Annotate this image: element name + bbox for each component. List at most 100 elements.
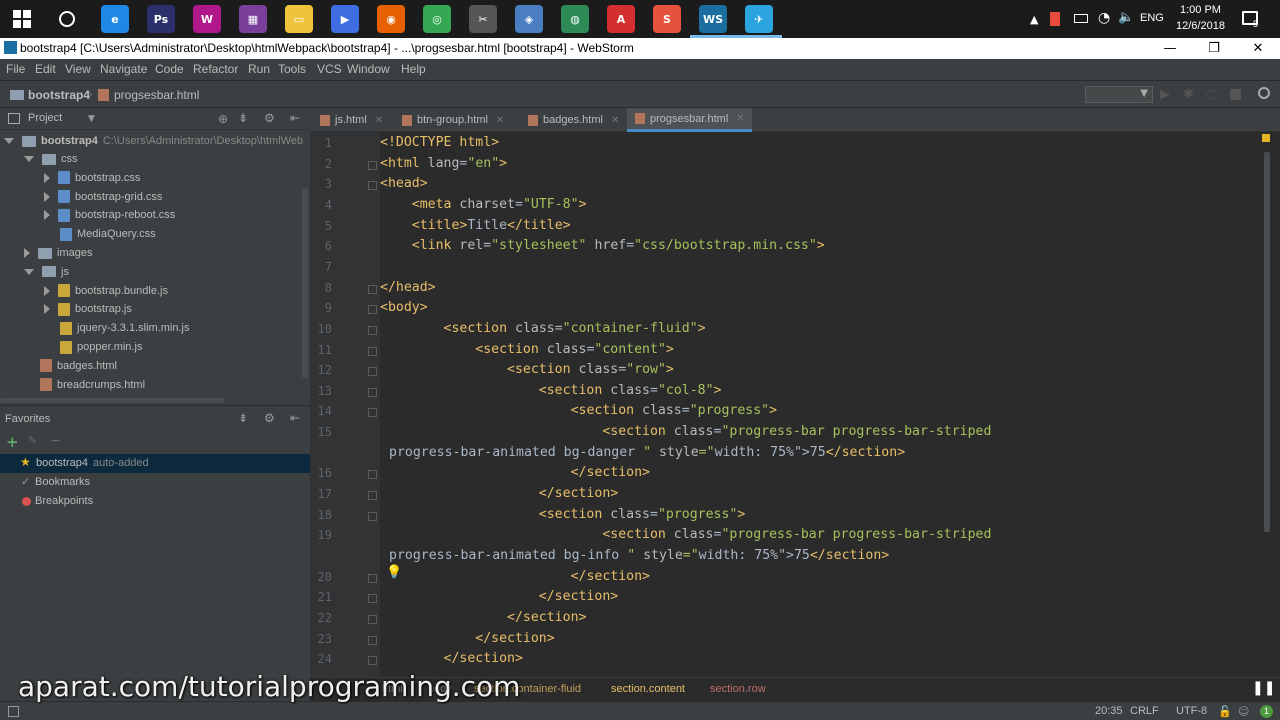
restore-button[interactable]: ❐ [1192,38,1236,59]
tree-item[interactable]: breadcrumps.html [24,376,145,394]
menu-tools[interactable]: Tools [278,62,306,76]
chrome-taskbar-icon[interactable]: ◎ [423,5,451,33]
fold-marker-icon[interactable] [368,181,377,191]
intention-bulb-icon[interactable]: 💡 [386,565,402,580]
fold-marker-icon[interactable] [368,573,377,583]
menu-view[interactable]: View [65,62,91,76]
tools-taskbar-icon[interactable]: ✂ [469,5,497,33]
tree-item[interactable]: MediaQuery.css [44,225,156,243]
tree-item[interactable]: bootstrap-reboot.css [44,206,175,224]
explorer-taskbar-icon[interactable]: ▭ [285,5,313,33]
favorites-collapse-icon[interactable]: ⇟ [238,411,248,425]
cortana-search-icon[interactable] [59,11,75,27]
code-line[interactable]: </section> [380,486,618,501]
code-line[interactable]: <title>Title</title> [380,218,571,233]
event-log-icon[interactable]: ☺ [1238,705,1249,718]
code-line[interactable]: progress-bar-animated bg-info " style="w… [389,548,889,563]
code-line[interactable]: <section class="content"> [380,342,674,357]
code-line[interactable]: </section> [380,569,650,584]
3d-app-taskbar-icon[interactable]: ◈ [515,5,543,33]
tree-item[interactable]: css [24,150,78,168]
code-line[interactable]: </section> [380,610,586,625]
firefox-taskbar-icon[interactable]: ◉ [377,5,405,33]
menu-navigate[interactable]: Navigate [100,62,147,76]
run-icon[interactable]: ▶ [1160,87,1170,102]
menu-code[interactable]: Code [155,62,184,76]
fold-marker-icon[interactable] [368,325,377,335]
nav-project[interactable]: bootstrap4 [28,88,90,102]
scroll-from-source-icon[interactable]: ⊕ [218,112,228,126]
tree-item[interactable]: bootstrap-grid.css [44,188,162,206]
fold-marker-icon[interactable] [368,594,377,604]
clock-time[interactable]: 1:00 PM [1180,4,1221,16]
fold-marker-icon[interactable] [368,387,377,397]
collapse-arrow-icon[interactable] [44,210,50,221]
event-count-badge[interactable]: 1 [1260,705,1273,718]
menu-file[interactable]: File [6,62,25,76]
fold-marker-icon[interactable] [368,367,377,377]
tree-root[interactable]: bootstrap4 C:\Users\Administrator\Deskto… [4,132,303,150]
nav-file[interactable]: progsesbar.html [114,88,199,102]
close-button[interactable]: ✕ [1236,38,1280,59]
fold-marker-icon[interactable] [368,346,377,356]
search-everywhere-icon[interactable] [1258,87,1270,99]
menu-refactor[interactable]: Refactor [193,62,238,76]
fold-marker-icon[interactable] [368,470,377,480]
tree-item[interactable]: bootstrap.js [44,300,132,318]
code-line[interactable]: <!DOCTYPE html> [380,135,499,150]
code-line[interactable]: <meta charset="UTF-8"> [380,197,587,212]
expand-arrow-icon[interactable] [24,268,34,275]
clock-date[interactable]: 12/6/2018 [1176,20,1225,32]
tree-item[interactable]: badges.html [24,357,117,375]
tab-close-icon[interactable]: ✕ [496,115,504,126]
crumb-content[interactable]: section.content [611,683,685,695]
tab-progsesbar-html[interactable]: progsesbar.html ✕ [627,108,752,132]
tree-item[interactable]: jquery-3.3.1.slim.min.js [44,319,189,337]
fold-marker-icon[interactable] [368,511,377,521]
code-line[interactable]: <section class="progress-bar progress-ba… [380,424,991,439]
hide-panel-icon[interactable]: ⇤ [290,111,300,125]
code-line[interactable]: <html lang="en"> [380,156,507,171]
tab-close-icon[interactable]: ✕ [375,115,383,126]
favorite-item-bookmarks[interactable]: ✓ Bookmarks [0,473,310,492]
debug-icon[interactable]: ✱ [1183,87,1194,102]
add-favorite-icon[interactable]: + [6,433,19,451]
collapse-all-icon[interactable]: ⇟ [238,111,248,125]
code-line[interactable]: </section> [380,631,554,646]
globe-app-taskbar-icon[interactable]: ◍ [561,5,589,33]
telegram-taskbar-icon[interactable]: ✈ [745,5,773,33]
code-line[interactable]: progress-bar-animated bg-danger " style=… [389,445,905,460]
tool-windows-toggle-icon[interactable] [8,706,19,717]
favorite-item-bootstrap4[interactable]: ★ bootstrap4 auto-added [0,454,310,473]
lock-icon[interactable]: 🔓 [1218,705,1232,718]
code-line[interactable]: <section class="col-8"> [380,383,722,398]
file-encoding[interactable]: UTF-8 [1176,705,1207,717]
run-config-dropdown[interactable]: ▼ [1085,86,1153,103]
fold-marker-icon[interactable] [368,305,377,315]
crumb-row[interactable]: section.row [710,683,766,695]
tree-item[interactable]: images [24,244,92,262]
code-line[interactable]: <section class="row"> [380,362,674,377]
edit-favorite-icon[interactable]: ✎ [28,434,37,447]
code-line[interactable]: </head> [380,280,436,295]
code-line[interactable]: <section class="progress"> [380,403,778,418]
winrar-taskbar-icon[interactable]: ▦ [239,5,267,33]
tree-item[interactable]: bootstrap.css [44,169,140,187]
code-line[interactable]: </section> [380,651,523,666]
tab-badges-html[interactable]: badges.html ✕ [520,108,627,132]
pause-icon[interactable]: ❚❚ [1252,680,1275,696]
project-view-selector[interactable]: Project [28,112,62,124]
menu-help[interactable]: Help [401,62,426,76]
fold-marker-icon[interactable] [368,635,377,645]
phpstorm-taskbar-icon[interactable]: W [193,5,221,33]
favorites-hide-icon[interactable]: ⇤ [290,411,300,425]
tray-app-icon[interactable] [1050,12,1060,26]
menu-vcs[interactable]: VCS [317,62,342,76]
collapse-arrow-icon[interactable] [44,304,50,315]
code-line[interactable]: <head> [380,176,428,191]
expand-arrow-icon[interactable] [24,156,34,162]
tree-item[interactable]: bootstrap.bundle.js [44,282,168,300]
media-player-taskbar-icon[interactable]: ▶ [331,5,359,33]
wifi-icon[interactable]: ◔ [1098,10,1110,26]
menu-edit[interactable]: Edit [35,62,56,76]
